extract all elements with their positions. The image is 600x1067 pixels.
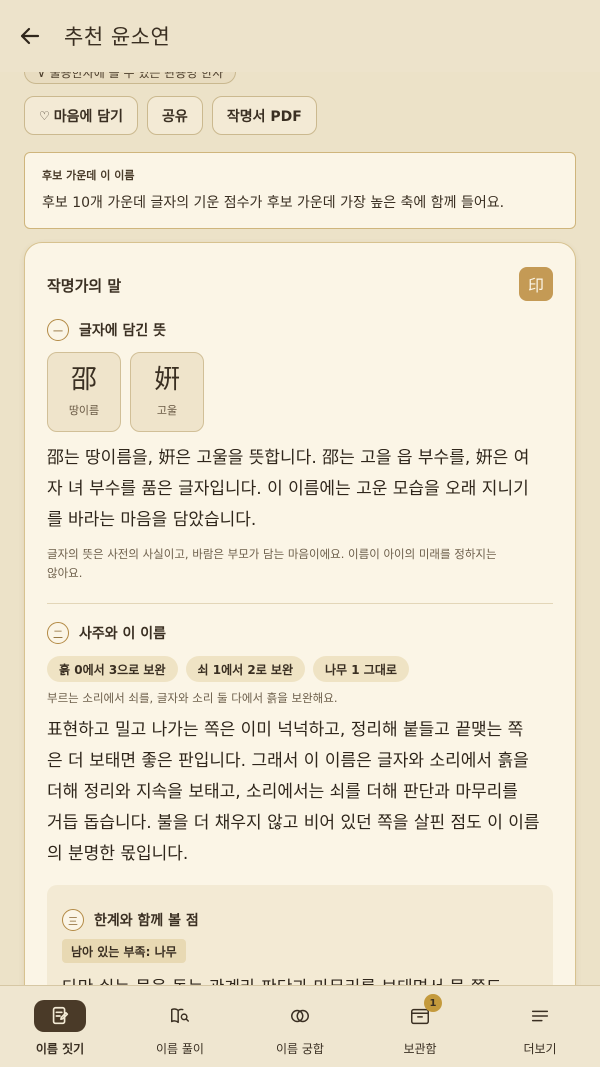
top-bar: 추천 윤소연	[0, 0, 600, 72]
section-meaning-header: 一 글자에 담긴 뜻	[47, 319, 166, 341]
section-number-badge: 二	[47, 622, 69, 644]
section-title: 한계와 함께 볼 점	[94, 913, 199, 929]
page-title: 추천 윤소연	[64, 25, 171, 49]
info-label: 후보 가운데 이 이름	[42, 169, 135, 182]
text-line: 의 분명한 몫입니다.	[47, 844, 189, 864]
ranking-info-box: 후보 가운데 이 이름 후보 10개 가운데 글자의 기운 점수가 후보 가운데…	[24, 152, 576, 229]
text-line: 표현하고 밀고 나가는 쪽은 이미 넉넉하고, 정리해 붙들고 끝맺는 쪽	[47, 720, 524, 740]
nav-item-name-match[interactable]: 이름 궁합	[240, 986, 360, 1067]
hanja-tile[interactable]: 姸 고울	[130, 352, 204, 432]
book-search-icon	[171, 1008, 189, 1024]
nav-icon-container	[274, 1000, 326, 1032]
element-tag: 쇠 1에서 2로 보완	[185, 656, 305, 682]
nav-icon-container: 1	[394, 994, 446, 1032]
nav-item-archive[interactable]: 1 보관함	[360, 986, 480, 1067]
text-line: 거듭 돕습니다. 불을 더 채우지 않고 비어 있던 쪽을 살핀 점도 이 이름	[47, 813, 540, 833]
heart-icon: ♡	[39, 108, 50, 123]
nav-icon-container	[514, 1000, 566, 1032]
note-line: 글자의 뜻은 사전의 사실이고, 바람은 부모가 담는 마음이에요. 이름이 아…	[47, 547, 497, 561]
text-line: 은 더 보태면 좋은 판입니다. 그래서 이 이름은 글자와 소리에서 흙을	[47, 751, 529, 771]
note-line: 않아요.	[47, 566, 83, 580]
nav-label: 이름 짓기	[35, 1042, 85, 1056]
info-text: 후보 10개 가운데 글자의 기운 점수가 후보 가운데 가장 높은 축에 함께…	[42, 195, 505, 211]
meaning-note: 글자의 뜻은 사전의 사실이고, 바람은 부모가 담는 마음이에요. 이름이 아…	[47, 545, 557, 583]
nav-icon-container	[154, 1000, 206, 1032]
menu-icon	[531, 1010, 549, 1022]
remaining-lack-tag: 남아 있는 부족: 나무	[62, 939, 186, 963]
text-line: 더해 정리와 지속을 보태고, 소리에서는 쇠를 더해 판단과 마무리를	[47, 782, 518, 802]
like-button[interactable]: ♡ 마음에 담기	[24, 96, 139, 135]
section-number-badge: 三	[62, 909, 84, 931]
text-line: 를 바라는 마음을 담았습니다.	[47, 510, 257, 530]
saju-note: 부르는 소리에서 쇠를, 글자와 소리 둘 다에서 흙을 보완해요.	[47, 691, 338, 705]
limits-body-text: 다만 쉬는 물을 돕는 관계라 판단과 마무리를 보태면서 물 쪽도	[62, 973, 542, 985]
pencil-note-icon	[52, 1006, 69, 1025]
nav-label: 이름 궁합	[276, 1042, 324, 1056]
section-title: 글자에 담긴 뜻	[79, 323, 167, 339]
element-tag: 흙 0에서 3으로 보완	[47, 656, 178, 682]
nav-label: 보관함	[403, 1042, 437, 1056]
nav-icon-container	[34, 1000, 86, 1032]
hanja-meaning: 땅이름	[68, 404, 100, 418]
arrow-left-icon	[20, 27, 40, 45]
nav-label: 이름 풀이	[156, 1042, 204, 1056]
saju-body-text: 표현하고 밀고 나가는 쪽은 이미 넉넉하고, 정리해 붙들고 끝맺는 쪽 은 …	[47, 715, 557, 870]
hanja-meaning: 고울	[156, 404, 178, 418]
content-scroll[interactable]: ∨ 불용한자에 볼 수 있는 관용명 한자 ♡ 마음에 담기 공유 작명서 PD…	[0, 60, 600, 985]
action-buttons: ♡ 마음에 담기 공유 작명서 PDF	[24, 96, 317, 135]
bottom-nav: 이름 짓기 이름 풀이 이름 궁합 1 보관함 더보기	[0, 985, 600, 1067]
text-line: 자 녀 부수를 품은 글자입니다. 이 이름에는 고운 모습을 오래 지니기	[47, 479, 529, 499]
section-saju-header: 二 사주와 이 이름	[47, 622, 166, 644]
hanja-char: 邵	[70, 364, 97, 395]
section-limits-header: 三 한계와 함께 볼 점	[62, 909, 199, 931]
hanja-char: 姸	[153, 364, 180, 395]
nav-item-name-reading[interactable]: 이름 풀이	[120, 986, 240, 1067]
share-button[interactable]: 공유	[147, 96, 203, 135]
element-tag: 나무 1 그대로	[313, 656, 409, 682]
text-line: 邵는 땅이름을, 姸은 고울을 뜻합니다. 邵는 고을 읍 부수를, 姸은 여	[47, 448, 530, 468]
hanja-tiles: 邵 땅이름 姸 고울	[47, 352, 204, 432]
nav-item-more[interactable]: 더보기	[480, 986, 600, 1067]
section-number-badge: 一	[47, 319, 69, 341]
rings-icon	[291, 1009, 309, 1023]
section-title: 사주와 이 이름	[79, 626, 167, 642]
meaning-body-text: 邵는 땅이름을, 姸은 고울을 뜻합니다. 邵는 고을 읍 부수를, 姸은 여 …	[47, 443, 557, 536]
seal-icon[interactable]: 印	[519, 267, 553, 301]
archive-count-badge: 1	[424, 994, 442, 1012]
certificate-pdf-button[interactable]: 작명서 PDF	[211, 96, 317, 135]
limits-box: 三 한계와 함께 볼 점 남아 있는 부족: 나무 다만 쉬는 물을 돕는 관계…	[47, 885, 553, 985]
like-label: 마음에 담기	[53, 108, 124, 125]
hanja-tile[interactable]: 邵 땅이름	[47, 352, 121, 432]
namer-comment-card: 작명가의 말 印 一 글자에 담긴 뜻 邵 땅이름 姸 고울 邵는 땅이름을, …	[24, 242, 576, 985]
nav-item-name-create[interactable]: 이름 짓기	[0, 986, 120, 1067]
back-button[interactable]	[2, 0, 58, 72]
nav-label: 더보기	[523, 1042, 557, 1056]
section-divider	[47, 603, 553, 604]
card-title: 작명가의 말	[47, 277, 122, 295]
element-tags: 흙 0에서 3으로 보완 쇠 1에서 2로 보완 나무 1 그대로	[47, 656, 409, 682]
